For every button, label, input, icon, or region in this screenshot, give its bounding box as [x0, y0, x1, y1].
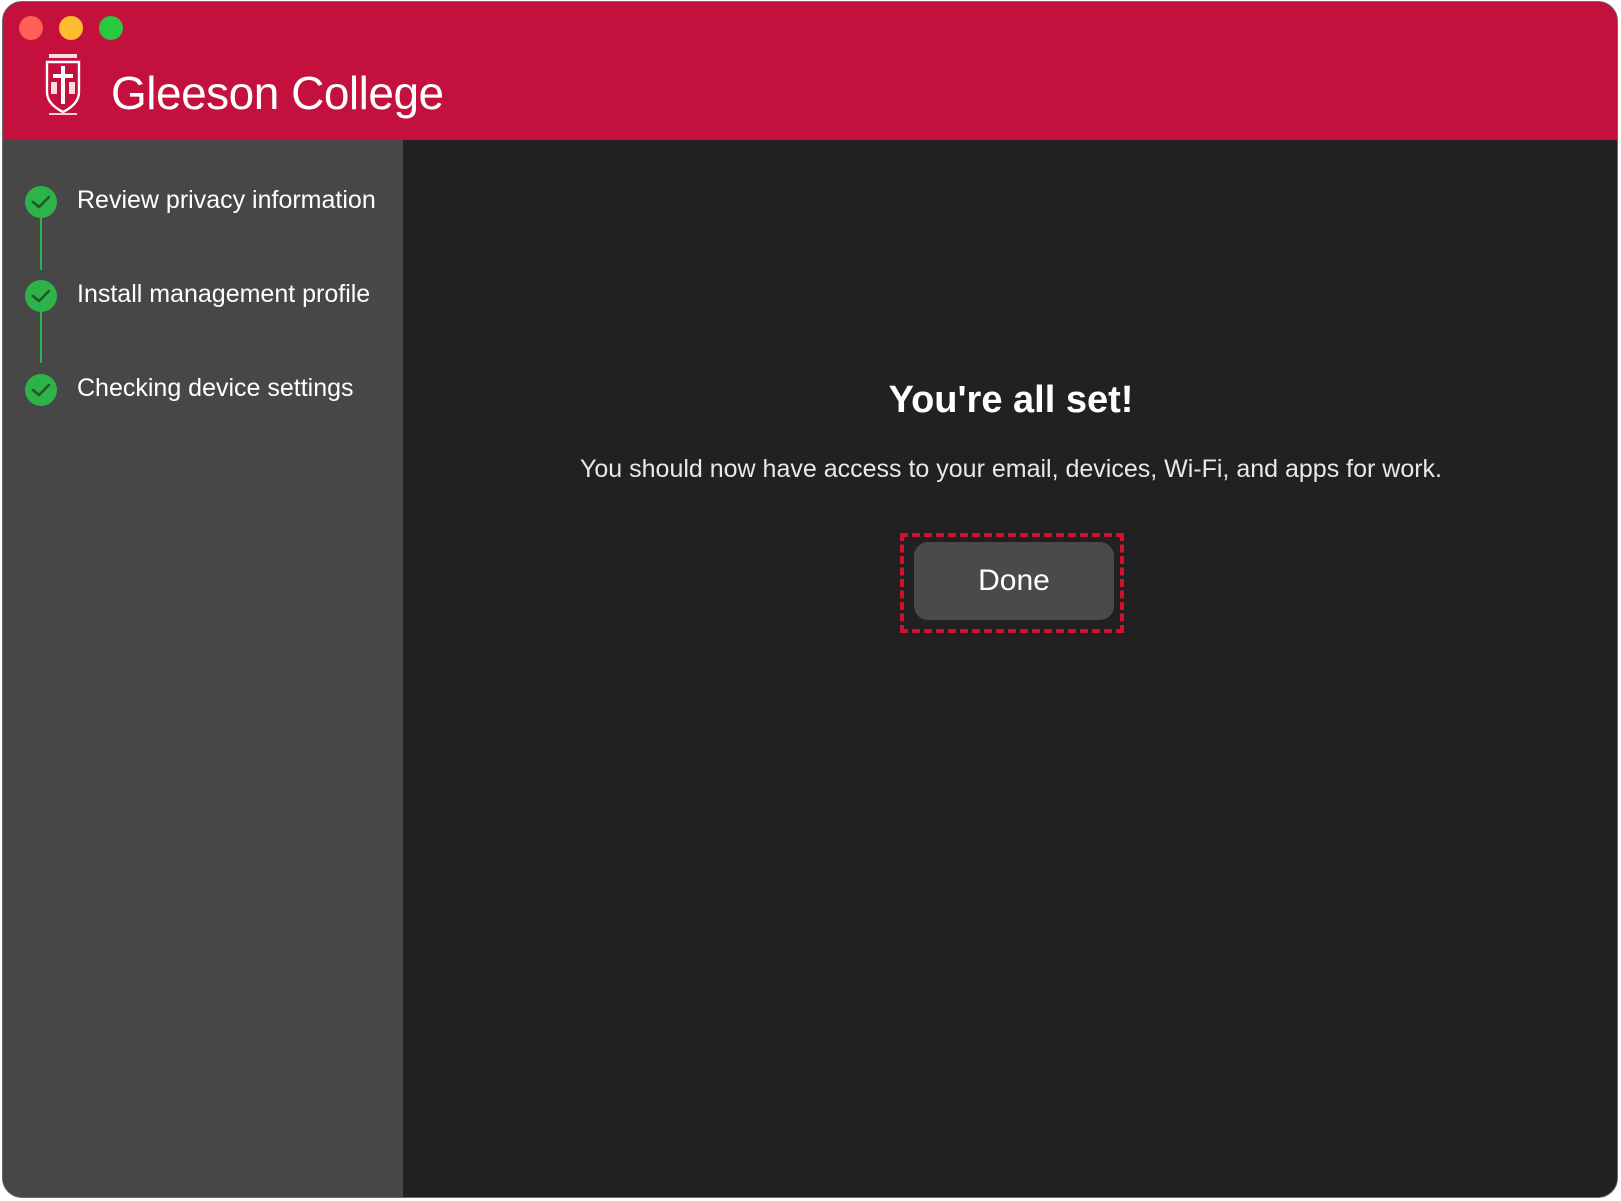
- step-connector: [40, 218, 42, 270]
- check-circle-icon: [25, 186, 57, 218]
- app-window: Gleeson College Review privacy informati…: [2, 1, 1618, 1198]
- progress-sidebar: Review privacy information Install manag…: [3, 140, 403, 1197]
- completion-title: You're all set!: [888, 379, 1134, 421]
- close-window-button[interactable]: [19, 16, 43, 40]
- header-bar: Gleeson College: [3, 2, 1617, 140]
- minimize-window-button[interactable]: [59, 16, 83, 40]
- step-label: Review privacy information: [77, 186, 376, 214]
- step-label: Install management profile: [77, 280, 371, 308]
- step-label: Checking device settings: [77, 374, 354, 402]
- app-title: Gleeson College: [111, 67, 444, 119]
- done-button[interactable]: Done: [914, 542, 1114, 620]
- check-circle-icon: [25, 280, 57, 312]
- maximize-window-button[interactable]: [99, 16, 123, 40]
- main-content: You're all set! You should now have acce…: [403, 140, 1617, 1197]
- gleeson-crest-logo: [45, 54, 81, 115]
- completion-message: You should now have access to your email…: [580, 455, 1442, 483]
- check-circle-icon: [25, 374, 57, 406]
- step-connector: [40, 311, 42, 363]
